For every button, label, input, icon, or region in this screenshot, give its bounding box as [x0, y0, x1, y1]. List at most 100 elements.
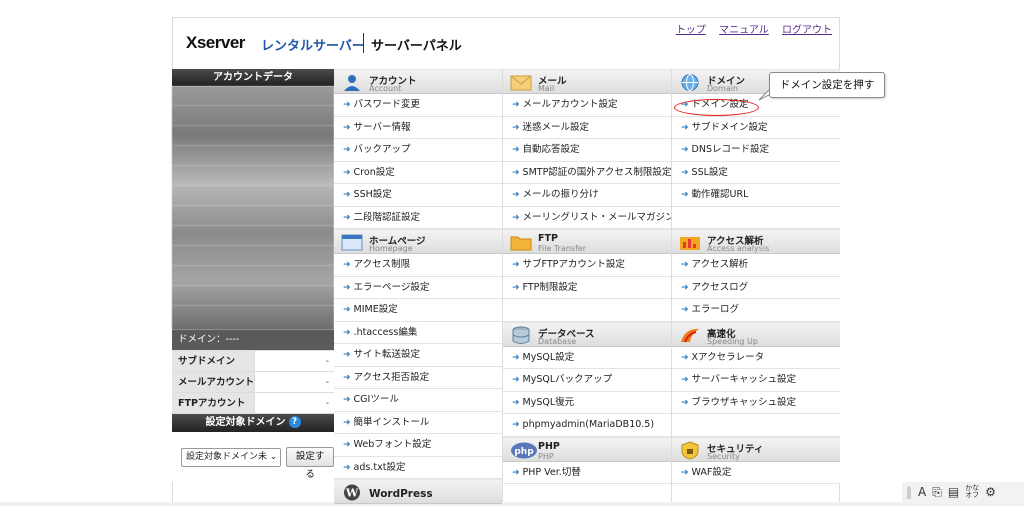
menu-item[interactable]: ➜ MySQLバックアップ	[503, 369, 671, 392]
menu-item[interactable]: ➜ SMTP認証の国外アクセス制限設定	[503, 161, 671, 184]
font-icon[interactable]: A	[918, 485, 926, 499]
account-data-heading: アカウントデータ	[172, 69, 334, 86]
row-key: FTPアカウント	[172, 393, 255, 413]
arrow-right-icon: ➜	[512, 260, 520, 270]
menu-item[interactable]: ➜ サイト転送設定	[334, 344, 502, 367]
menu-item[interactable]: ➜ サーバーキャッシュ設定	[672, 369, 840, 392]
arrow-right-icon: ➜	[343, 100, 351, 110]
menu-item[interactable]: ➜ エラーページ設定	[334, 276, 502, 299]
menu-item[interactable]: ➜ Xアクセラレータ	[672, 346, 840, 369]
menu-item-label: アクセスログ	[691, 281, 749, 293]
row-key: サブドメイン	[172, 351, 255, 371]
menu-item-label: メールの振り分け	[522, 189, 599, 200]
menu-item[interactable]: ➜ 動作確認URL	[672, 184, 840, 207]
category-subtitle: Homepage	[369, 244, 413, 253]
category-header: php PHP PHP	[503, 436, 671, 462]
menu-item[interactable]: ➜ MIME設定	[334, 299, 502, 322]
menu-item[interactable]: ➜ 迷惑メール設定	[503, 116, 671, 139]
help-icon[interactable]: ?	[288, 416, 301, 428]
menu-item[interactable]: ➜ ads.txt設定	[334, 456, 502, 479]
category-header: FTP File Transfer	[503, 229, 671, 254]
target-domain-form: 設定対象ドメイン未 ⌄ 設定する	[172, 432, 334, 482]
menu-item[interactable]: ➜ 二段階認証設定	[334, 206, 502, 229]
menu-item[interactable]: ➜ MySQL設定	[503, 346, 671, 369]
tray-divider-icon: ‖	[906, 485, 912, 499]
menu-item[interactable]: ➜ .htaccess編集	[334, 321, 502, 344]
manual-link[interactable]: マニュアル	[719, 25, 769, 36]
menu-item[interactable]: ➜ Cron設定	[334, 161, 502, 184]
arrow-right-icon: ➜	[512, 212, 520, 223]
menu-item[interactable]: ➜ SSH設定	[334, 184, 502, 207]
svg-text:php: php	[514, 447, 534, 457]
menu-item-label: MySQLバックアップ	[522, 374, 613, 385]
arrow-right-icon: ➜	[343, 417, 351, 428]
menu-item[interactable]: ➜ サーバー情報	[334, 116, 502, 139]
menu-item[interactable]: ➜ メールの振り分け	[503, 184, 671, 207]
arrow-right-icon: ➜	[343, 167, 351, 178]
menu-item[interactable]: ➜ パスワード変更	[334, 94, 502, 117]
arrow-right-icon: ➜	[512, 282, 520, 293]
arrow-right-icon: ➜	[681, 145, 689, 155]
menu-item-label: WAF設定	[691, 466, 732, 478]
arrow-right-icon: ➜	[343, 190, 351, 200]
clipboard-icon[interactable]: ▤	[948, 485, 959, 499]
input-method-icon[interactable]: ⎘	[932, 485, 942, 500]
menu-item[interactable]: ➜ 自動応答設定	[503, 139, 671, 162]
gear-icon[interactable]: ⚙	[985, 485, 996, 499]
menu-item[interactable]: ➜ PHP Ver.切替	[503, 461, 671, 484]
menu-item[interactable]: ➜ バックアップ	[334, 139, 502, 162]
category-header: W WordPress	[334, 479, 502, 504]
menu-item[interactable]: ➜ MySQL復元	[503, 391, 671, 414]
menu-item[interactable]: ➜ メールアカウント設定	[503, 94, 671, 117]
menu-item[interactable]: ➜ WAF設定	[672, 461, 840, 484]
menu-item[interactable]: ➜ アクセスログ	[672, 276, 840, 299]
menu-item-label: 二段階認証設定	[353, 211, 421, 223]
column-divider	[671, 69, 672, 502]
panel-title: サーバーパネル	[371, 39, 462, 54]
menu-item[interactable]: ➜ DNSレコード設定	[672, 139, 840, 162]
menu-item[interactable]: ➜ サブFTPアカウント設定	[503, 254, 671, 277]
menu-item[interactable]: ➜ エラーログ	[672, 299, 840, 322]
menu-column-3: ドメイン Domain ➜ ドメイン設定 ➜ サブドメイン設定 ➜ DNSレコード設定 ➜ SSL…	[672, 69, 840, 484]
menu-item[interactable]: ➜ アクセス解析	[672, 254, 840, 277]
arrow-right-icon: ➜	[681, 260, 689, 270]
menu-item[interactable]: ➜ Webフォント設定	[334, 434, 502, 457]
person-icon	[341, 73, 363, 92]
category-header: 高速化 Speeding Up	[672, 321, 840, 347]
menu-item[interactable]: ➜ CGIツール	[334, 389, 502, 412]
menu-item[interactable]: ➜ アクセス制限	[334, 254, 502, 277]
kana-toggle-icon[interactable]: かな オフ	[965, 485, 979, 499]
menu-item[interactable]: ➜ メーリングリスト・メールマガジン	[503, 206, 671, 229]
menu-item-label: 迷惑メール設定	[522, 121, 590, 133]
set-domain-button[interactable]: 設定する	[286, 447, 334, 480]
arrow-right-icon: ➜	[343, 440, 351, 450]
menu-item[interactable]: ➜ 簡単インストール	[334, 411, 502, 434]
menu-item[interactable]: ➜ サブドメイン設定	[672, 116, 840, 139]
menu-item[interactable]: ➜ ブラウザキャッシュ設定	[672, 391, 840, 414]
category-header: アクセス解析 Access analysis	[672, 229, 840, 254]
arrow-right-icon: ➜	[681, 282, 689, 293]
arrow-right-icon: ➜	[343, 372, 351, 383]
menu-item-label: アクセス制限	[353, 259, 411, 270]
top-link[interactable]: トップ	[676, 25, 706, 36]
menu-item[interactable]: ➜ FTP制限設定	[503, 276, 671, 299]
menu-item-label: CGIツール	[353, 394, 399, 405]
menu-item[interactable]: ➜ アクセス拒否設定	[334, 366, 502, 389]
category-title: WordPress	[369, 488, 433, 500]
menu-column-1: アカウント Account ➜ パスワード変更 ➜ サーバー情報 ➜ バックアップ ➜ Cron設…	[334, 69, 502, 504]
target-domain-select[interactable]: 設定対象ドメイン未 ⌄	[181, 447, 282, 467]
kana-bottom: オフ	[965, 491, 980, 499]
row-value: -	[255, 393, 334, 413]
arrow-right-icon: ➜	[343, 122, 351, 133]
menu-item[interactable]: ➜ phpmyadmin(MariaDB10.5)	[503, 414, 671, 437]
logout-link[interactable]: ログアウト	[782, 25, 832, 36]
menu-item[interactable]: ➜ SSL設定	[672, 161, 840, 184]
homepage-icon	[341, 233, 363, 252]
arrow-right-icon: ➜	[343, 145, 351, 155]
mail-account-row: メールアカウント -	[172, 372, 334, 393]
arrow-right-icon: ➜	[681, 305, 689, 315]
menu-item-label: 動作確認URL	[691, 189, 749, 200]
analysis-icon	[679, 233, 701, 252]
arrow-right-icon: ➜	[512, 100, 520, 110]
menu-item-label: メーリングリスト・メールマガジン	[522, 211, 671, 223]
